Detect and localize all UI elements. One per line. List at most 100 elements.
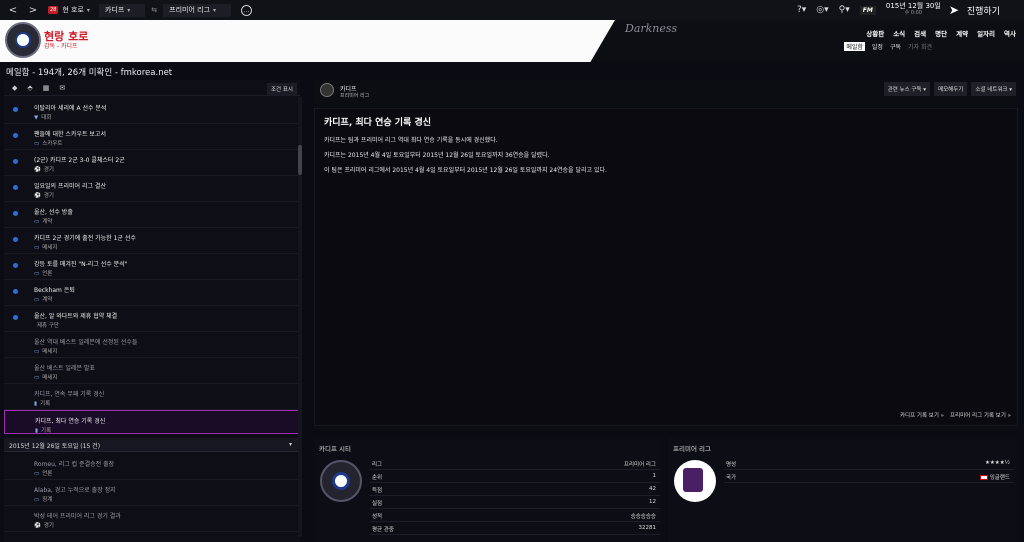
row-value[interactable]: 프리미어 리그 [624, 460, 656, 468]
country-name: 잉글랜드 [989, 475, 1010, 481]
menu-item-jobs[interactable]: 일자리 [977, 28, 995, 38]
search-icon[interactable]: ⚲▾ [839, 5, 850, 15]
info-row: 성적 승승승승승 [370, 510, 660, 522]
category-label: 계약 [42, 297, 53, 303]
chevron-down-icon: ▾ [127, 6, 131, 14]
filter-button[interactable]: 조건 표시 [267, 83, 297, 95]
mail-icon[interactable]: ✉ [59, 84, 65, 92]
list-item[interactable]: 박성 테어 프리미어 리그 경기 결과 ⚽ 경기 [4, 506, 300, 532]
chevron-down-icon: ▾ [213, 6, 217, 14]
row-value[interactable]: 잉글랜드 [979, 473, 1010, 481]
list-item[interactable]: 이탈리아 세리에 A 선수 분석 ▼ 대회 [4, 98, 300, 124]
list-item[interactable]: Alaba, 경고 누적으로 출장 정지 ▭ 징계 [4, 480, 300, 506]
tab-inbox[interactable]: 메일함 [844, 42, 865, 51]
category-label: 메세지 [42, 349, 58, 355]
lion-emblem [683, 468, 703, 492]
message-title: 카디프, 연속 무패 기록 경신 [34, 391, 105, 398]
category-icon: ▭ [34, 471, 40, 477]
club-records-link[interactable]: 카디프 기록 보기 » [900, 411, 944, 419]
list-item-selected[interactable]: 카디프, 최다 연승 기록 경신 ▮ 기록 [4, 410, 300, 434]
globe-icon[interactable]: ◎▾ [816, 5, 828, 15]
list-item[interactable]: 일요일의 프리미어 리그 결산 ⚽ 경기 [4, 176, 300, 202]
message-category: ⚽ 경기 [34, 521, 54, 529]
page-title: 메일함 - 194개, 26개 미확인 - fmkorea.net [6, 68, 173, 78]
message-title: 이탈리아 세리에 A 선수 분석 [34, 105, 107, 112]
category-label: 징계 [42, 497, 53, 503]
list-item[interactable]: 카디프 2군 경기에 출전 가능한 1군 선수 ▭ 메세지 [4, 228, 300, 254]
sender-crest-icon[interactable] [320, 83, 334, 97]
tab-press-conference[interactable]: 기자 회견 [908, 42, 932, 51]
info-row: 평균 관중 32281 [370, 523, 660, 535]
message-title: 박성 테어 프리미어 리그 경기 결과 [34, 513, 121, 520]
sort-up-icon[interactable]: ◆ [12, 84, 17, 92]
continue-button[interactable]: ➤ 진행하기 [949, 3, 1000, 17]
tab-subscriptions[interactable]: 구독 [890, 42, 901, 51]
category-label: 경기 [43, 167, 54, 173]
unread-dot [13, 211, 18, 216]
club-subtitle: 감독 - 카디프 [44, 43, 78, 50]
message-title: 울산 베스트 일레븐 발표 [34, 365, 95, 372]
scroll-thumb[interactable] [298, 145, 302, 175]
record-links: 카디프 기록 보기 » 프리미어 리그 기록 보기 » [894, 411, 1011, 419]
message-category: ▼ 대회 [34, 113, 51, 121]
back-button[interactable]: < [6, 5, 20, 16]
message-category: ▭ 언론 [34, 269, 52, 277]
date-group-label: 2015년 12월 26일 토요일 (15 건) [9, 443, 101, 450]
message-list-scrollbar[interactable] [298, 97, 302, 537]
category-label: 언론 [42, 471, 53, 477]
world-icon[interactable]: … [241, 4, 253, 16]
menu-item-contract[interactable]: 계약 [956, 28, 968, 38]
list-item[interactable]: 울산, 알 와다트와 제휴 협약 체결 제휴 구단 [4, 306, 300, 332]
menu-item-news[interactable]: 소식 [893, 28, 905, 38]
category-icon: ⚽ [34, 193, 41, 199]
league-card-title[interactable]: 프리미어 리그 [673, 443, 711, 453]
notification-badge: 28 [48, 6, 59, 14]
list-item[interactable]: Beckham 은퇴 ▭ 계약 [4, 280, 300, 306]
club-info-card: 카디프 시티 리그 프리미어 리그 순위 1 득점 42 실점 12 성적 승승승승승 평… [314, 438, 662, 542]
row-label: 평균 관중 [372, 527, 394, 533]
list-item[interactable]: 울산, 선수 방출 ▭ 계약 [4, 202, 300, 228]
menu-item-search[interactable]: 검색 [914, 28, 926, 38]
grid-icon[interactable]: ▦ [43, 84, 50, 92]
message-category: ▮ 기록 [34, 399, 50, 407]
category-label: 메세지 [42, 375, 58, 381]
date-sub: 수 0:00 [904, 10, 923, 16]
club-crest-icon[interactable] [320, 460, 362, 502]
list-item[interactable]: 카디프, 연속 무패 기록 경신 ▮ 기록 [4, 384, 300, 410]
category-label: 언론 [42, 271, 53, 277]
tab-schedule[interactable]: 일정 [872, 42, 883, 51]
list-item[interactable]: 울산 역대 베스트 일레븐에 선정된 선수들 ▭ 메세지 [4, 332, 300, 358]
club-dropdown[interactable]: 카디프 ▾ [98, 3, 146, 17]
sort-double-icon[interactable]: ⬘ [27, 84, 32, 92]
list-item[interactable]: 울산 베스트 일레븐 발표 ▭ 메세지 [4, 358, 300, 384]
sub-menu: 메일함 일정 구독 기자 회견 [837, 42, 932, 51]
message-paragraph: 카디프는 팀과 프리미어 리그 역대 최다 연승 기록을 동시에 경신했다. [324, 137, 498, 144]
manager-dropdown[interactable]: 28 현 호로 ▾ [48, 3, 99, 17]
category-icon: ▼ [34, 115, 39, 121]
club-crest-icon[interactable] [5, 22, 41, 58]
message-title: Beckham 은퇴 [34, 287, 75, 294]
unread-dot [13, 289, 18, 294]
list-item[interactable]: 팬들에 대한 스카우트 보고서 ▭ 스카우트 [4, 124, 300, 150]
message-title: 카디프, 최다 연승 기록 경신 [35, 418, 106, 425]
list-item[interactable]: Romeu, 리그 컵 준결승전 출장 ▭ 언론 [4, 454, 300, 480]
forward-button[interactable]: > [26, 5, 40, 16]
message-category: 제휴 구단 [34, 321, 59, 329]
social-network-button[interactable]: 소셜 네트워크 ▾ [971, 82, 1016, 96]
club-card-title[interactable]: 카디프 시티 [319, 443, 351, 453]
unread-dot [13, 315, 18, 320]
help-icon[interactable]: ?▾ [797, 5, 806, 15]
subscribe-news-button[interactable]: 관련 뉴스 구독 ▾ [883, 82, 931, 96]
league-dropdown[interactable]: 프리미어 리그 ▾ [163, 3, 232, 17]
message-title: 울산, 알 와다트와 제휴 협약 체결 [34, 313, 118, 320]
date-group-header[interactable]: 2015년 12월 26일 토요일 (15 건) ▾ [4, 438, 300, 452]
add-note-button[interactable]: 메모해두기 [934, 82, 968, 96]
league-records-link[interactable]: 프리미어 리그 기록 보기 » [950, 411, 1011, 419]
list-item[interactable]: (2군) 카디프 2군 3-0 콜체스터 2군 ⚽ 경기 [4, 150, 300, 176]
menu-item-squad[interactable]: 명단 [935, 28, 947, 38]
fm-logo[interactable]: FM [859, 5, 876, 15]
menu-item-history[interactable]: 역사 [1004, 28, 1016, 38]
menu-item-overview[interactable]: 상황판 [866, 28, 884, 38]
league-logo-icon[interactable] [674, 460, 716, 502]
list-item[interactable]: 강등 토를 매겨진 "N-리그 선수 분석" ▭ 언론 [4, 254, 300, 280]
